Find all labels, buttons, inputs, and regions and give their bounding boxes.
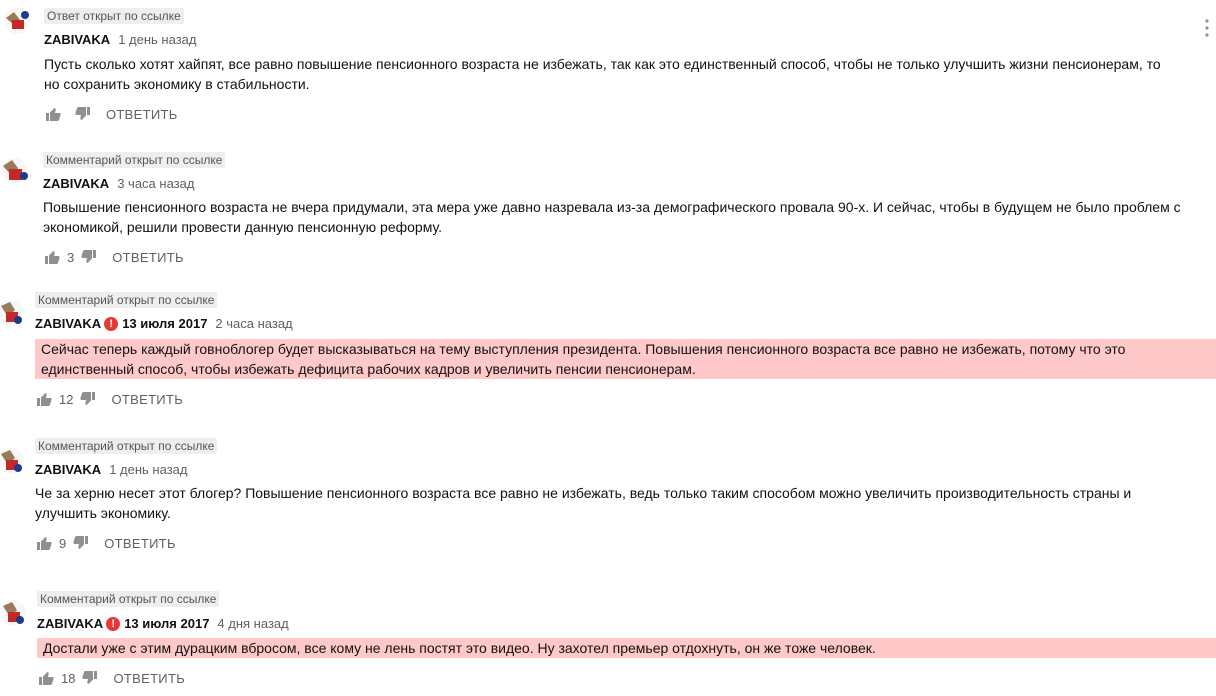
author-name[interactable]: ZABIVAKA <box>37 616 103 632</box>
exclamation-icon: ! <box>104 317 119 331</box>
thumbs-up-icon[interactable] <box>35 534 53 552</box>
author-name[interactable]: ZABIVAKA <box>44 32 110 48</box>
comment-text-line: Достали уже с этим дурацким вбросом, все… <box>43 640 876 656</box>
like-count: 12 <box>59 391 74 407</box>
comment-text-line: единственный способ, чтобы избежать дефи… <box>41 361 696 377</box>
thumbs-up-icon[interactable] <box>37 669 55 687</box>
thumbs-down-icon[interactable] <box>80 248 98 266</box>
comment-text-line: Сейчас теперь каждый говноблогер будет в… <box>41 341 1126 357</box>
comment-text-line: улучшить экономику. <box>35 505 171 521</box>
avatar[interactable] <box>0 598 28 628</box>
author-name[interactable]: ZABIVAKA <box>35 316 101 332</box>
avatar[interactable] <box>0 298 26 328</box>
comment-date: 13 июля 2017 <box>122 316 208 331</box>
comment-text-line: Че за херню несет этот блогер? Повышение… <box>35 485 1132 501</box>
thumbs-down-icon[interactable] <box>81 669 99 687</box>
comment-text-line: Пусть сколько хотят хайпят, все равно по… <box>44 56 1161 72</box>
author-name[interactable]: ZABIVAKA <box>35 462 101 478</box>
link-badge: Комментарий открыт по ссылке <box>43 152 226 168</box>
comment-text-line: экономикой, решили провести данную пенси… <box>43 219 442 235</box>
like-count: 18 <box>61 670 76 686</box>
timestamp[interactable]: 2 часа назад <box>215 316 292 332</box>
like-count: 3 <box>67 249 75 265</box>
link-badge: Комментарий открыт по ссылке <box>35 438 218 454</box>
avatar[interactable] <box>2 6 32 36</box>
comment-text-line: Повышение пенсионного возраста не вчера … <box>43 199 1181 215</box>
timestamp[interactable]: 1 день назад <box>109 462 187 478</box>
reply-button[interactable]: ОТВЕТИТЬ <box>111 392 183 407</box>
thumbs-up-icon[interactable] <box>44 105 62 123</box>
thumbs-down-icon[interactable] <box>74 105 92 123</box>
link-badge: Комментарий открыт по ссылке <box>37 591 220 607</box>
comment-text-line: но сохранить экономику в стабильности. <box>44 76 310 92</box>
thumbs-up-icon[interactable] <box>35 390 53 408</box>
thumbs-down-icon[interactable] <box>79 390 97 408</box>
reply-button[interactable]: ОТВЕТИТЬ <box>112 250 184 265</box>
comment-date: 13 июля 2017 <box>124 616 210 631</box>
timestamp[interactable]: 4 дня назад <box>217 616 288 632</box>
avatar[interactable] <box>0 156 30 186</box>
link-badge: Ответ открыт по ссылке <box>44 8 184 24</box>
thumbs-up-icon[interactable] <box>43 248 61 266</box>
exclamation-icon: ! <box>106 617 121 631</box>
timestamp[interactable]: 1 день назад <box>118 32 196 48</box>
timestamp[interactable]: 3 часа назад <box>117 176 194 192</box>
like-count: 9 <box>59 535 67 551</box>
link-badge: Комментарий открыт по ссылке <box>35 292 218 308</box>
avatar[interactable] <box>0 446 26 476</box>
more-vert-icon[interactable] <box>1204 18 1210 38</box>
reply-button[interactable]: ОТВЕТИТЬ <box>106 107 178 122</box>
reply-button[interactable]: ОТВЕТИТЬ <box>113 671 185 686</box>
reply-button[interactable]: ОТВЕТИТЬ <box>104 536 176 551</box>
author-name[interactable]: ZABIVAKA <box>43 176 109 192</box>
thumbs-down-icon[interactable] <box>72 534 90 552</box>
